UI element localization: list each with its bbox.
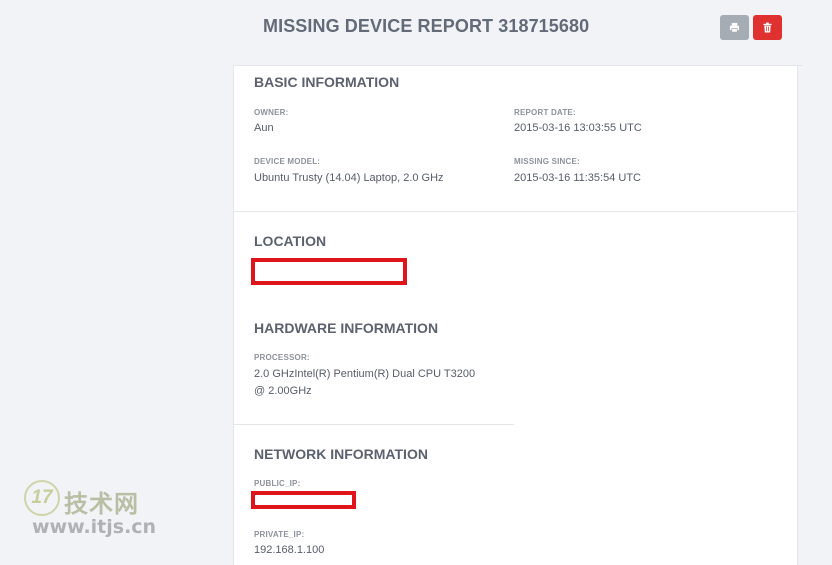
watermark: 17 技术网 www.itjs.cn xyxy=(24,478,164,544)
device-model-value: Ubuntu Trusty (14.04) Laptop, 2.0 GHz xyxy=(254,172,444,184)
private-ip-label: PRIVATE_IP: xyxy=(254,530,305,539)
processor-value-line1: 2.0 GHzIntel(R) Pentium(R) Dual CPU T320… xyxy=(254,368,476,380)
basic-information-title: BASIC INFORMATION xyxy=(254,74,400,90)
public-ip-redaction xyxy=(251,491,356,509)
hardware-information-title: HARDWARE INFORMATION xyxy=(254,320,439,336)
delete-button[interactable] xyxy=(753,15,782,40)
processor-label: PROCESSOR: xyxy=(254,353,310,362)
report-card xyxy=(233,65,798,565)
public-ip-label: PUBLIC_IP: xyxy=(254,479,301,488)
processor-value-line2: @ 2.00GHz xyxy=(254,385,312,397)
trash-icon xyxy=(763,22,772,33)
watermark-badge: 17 xyxy=(24,480,60,516)
missing-since-label: MISSING SINCE: xyxy=(514,157,580,166)
report-date-label: REPORT DATE: xyxy=(514,108,576,117)
network-information-title: NETWORK INFORMATION xyxy=(254,446,428,462)
section-divider xyxy=(233,211,796,212)
watermark-url: www.itjs.cn xyxy=(32,516,157,538)
location-title: LOCATION xyxy=(254,233,327,249)
owner-label: OWNER: xyxy=(254,108,289,117)
watermark-cn-text: 技术网 xyxy=(64,490,139,518)
device-model-label: DEVICE MODEL: xyxy=(254,157,321,166)
owner-value: Aun xyxy=(254,122,274,134)
section-divider xyxy=(233,424,514,425)
printer-icon xyxy=(729,22,740,33)
page-title: MISSING DEVICE REPORT 318715680 xyxy=(263,16,590,36)
private-ip-value: 192.168.1.100 xyxy=(254,544,325,556)
card-top-border xyxy=(233,65,803,66)
report-date-value: 2015-03-16 13:03:55 UTC xyxy=(514,122,642,134)
missing-since-value: 2015-03-16 11:35:54 UTC xyxy=(514,172,641,184)
location-redaction xyxy=(251,258,407,285)
print-button[interactable] xyxy=(720,15,749,40)
